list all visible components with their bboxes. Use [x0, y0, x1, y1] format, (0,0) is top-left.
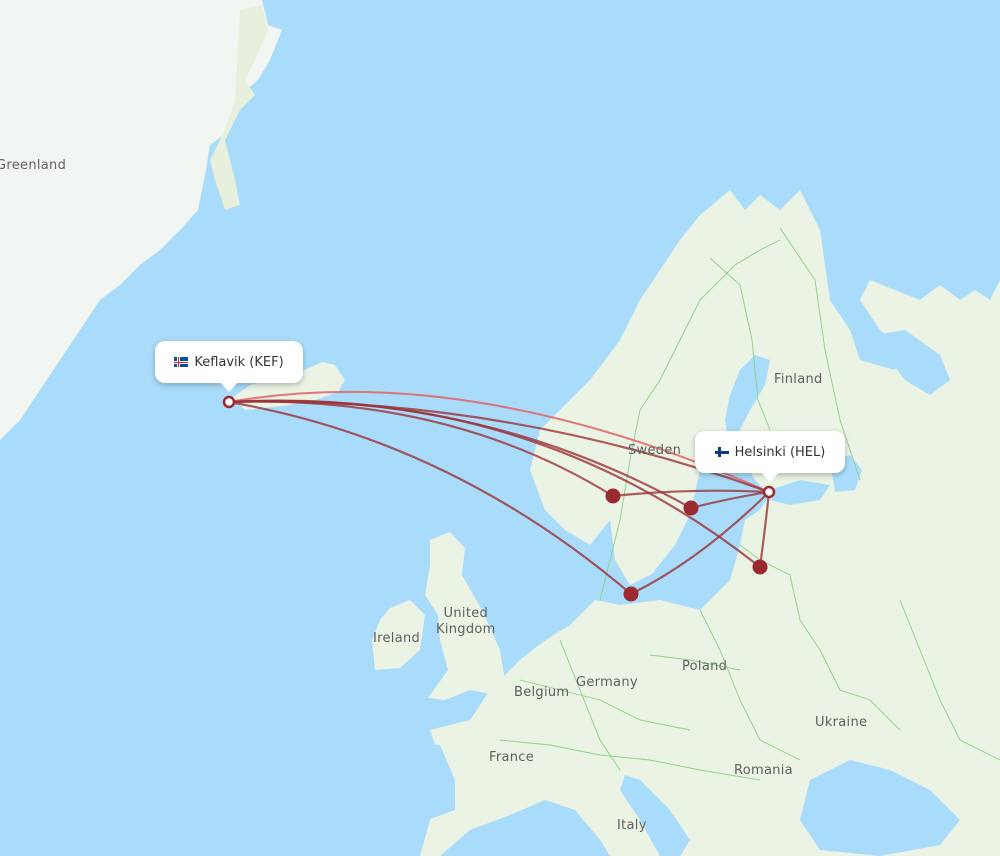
stop-riga-marker[interactable]: [752, 559, 768, 575]
hel-airport-marker[interactable]: [762, 485, 776, 499]
hel-airport-callout[interactable]: Helsinki (HEL): [695, 431, 845, 482]
kef-airport-label: Keflavik (KEF): [194, 354, 284, 370]
kef-airport-marker[interactable]: [222, 395, 236, 409]
finland-flag-icon: [714, 447, 729, 457]
label-finland: Finland: [774, 372, 823, 387]
label-united-kingdom: United Kingdom: [436, 606, 496, 637]
kef-airport-callout[interactable]: Keflavik (KEF): [155, 341, 303, 392]
label-belgium: Belgium: [514, 685, 570, 700]
route-map[interactable]: Greenland Finland Sweden United Kingdom …: [0, 0, 1000, 856]
label-germany: Germany: [576, 675, 638, 690]
stop-copenhagen-marker[interactable]: [623, 586, 639, 602]
stop-oslo-marker[interactable]: [605, 488, 621, 504]
label-romania: Romania: [734, 763, 793, 778]
label-ireland: Ireland: [373, 631, 421, 646]
stop-stockholm-marker[interactable]: [683, 500, 699, 516]
label-poland: Poland: [682, 659, 728, 674]
label-greenland: Greenland: [0, 158, 67, 173]
label-france: France: [489, 750, 535, 765]
hel-airport-label: Helsinki (HEL): [734, 444, 826, 460]
label-sweden: Sweden: [628, 443, 682, 458]
label-ukraine: Ukraine: [815, 715, 868, 730]
label-italy: Italy: [617, 818, 647, 833]
iceland-flag-icon: [174, 357, 189, 367]
